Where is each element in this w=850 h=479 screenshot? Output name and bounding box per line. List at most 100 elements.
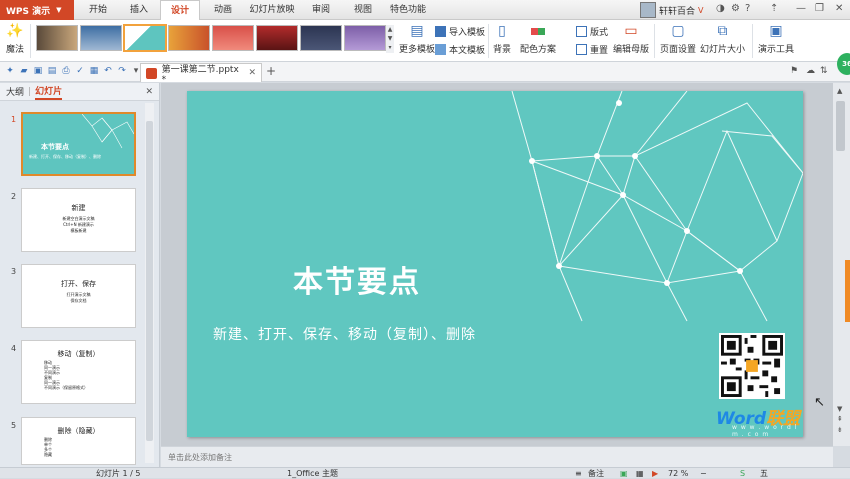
- theme-gallery-scroll[interactable]: ▲ ▼ ▾: [386, 25, 394, 53]
- zoom-out-icon[interactable]: −: [700, 468, 707, 479]
- theme-thumb-6[interactable]: [256, 25, 298, 51]
- reset-button[interactable]: 重置: [576, 43, 608, 56]
- scrollbar-thumb[interactable]: [146, 121, 153, 441]
- input-method-icon[interactable]: 五: [760, 468, 768, 479]
- presentation-tools-icon: ▣: [769, 23, 783, 39]
- more-templates-label: 更多模板: [399, 45, 436, 55]
- tab-insert[interactable]: 插入: [124, 0, 154, 20]
- tab-view[interactable]: 视图: [348, 0, 378, 20]
- theme-thumb-2[interactable]: [80, 25, 122, 51]
- notes-area[interactable]: 单击此处添加备注: [161, 446, 833, 467]
- slide-thumbnail-4[interactable]: 移动（复制） 移动 同一演示 不同演示 复制 同一演示 不同演示（保留原格式）: [21, 340, 136, 404]
- theme-thumb-5[interactable]: [212, 25, 254, 51]
- open-icon[interactable]: ▰: [19, 66, 29, 76]
- app-name: WPS 演示: [6, 6, 51, 17]
- notes-toggle-icon[interactable]: ≡: [575, 468, 582, 479]
- tab-slideshow[interactable]: 幻灯片放映: [246, 0, 298, 20]
- side-panel-tab[interactable]: [845, 260, 850, 322]
- cloud-icon[interactable]: ☁: [806, 66, 815, 76]
- edit-master-button[interactable]: ▭ 编辑母版: [613, 22, 649, 55]
- slide-subtitle[interactable]: 新建、打开、保存、移动（复制）、删除: [213, 324, 476, 344]
- slide-size-button[interactable]: ⧉ 幻灯片大小: [700, 22, 745, 55]
- slide-counter: 幻灯片 1 / 5: [96, 469, 141, 478]
- user-account[interactable]: 轩轩百合 V: [640, 1, 704, 19]
- magic-button[interactable]: ✨ 魔法: [5, 22, 25, 55]
- slide-thumbnail-2[interactable]: 新建 新建空白演示文稿 Ctrl+N 新建演示 模板新建: [21, 188, 136, 252]
- avatar: [640, 2, 656, 18]
- current-slide[interactable]: 本节要点 新建、打开、保存、移动（复制）、删除 Word联盟 w w w . w…: [187, 91, 803, 437]
- page-setup-icon: ▢: [671, 23, 685, 39]
- brand-url: w w w . w o r d l m . c o m: [732, 424, 798, 437]
- scrollbar-thumb[interactable]: [836, 101, 845, 151]
- next-slide-icon[interactable]: ⇟: [837, 426, 843, 434]
- theme-thumb-3[interactable]: [123, 24, 167, 52]
- template-icon: [435, 44, 446, 55]
- slide-size-icon: ⧉: [717, 23, 728, 39]
- shirt-icon[interactable]: ⚑: [790, 66, 798, 76]
- theme-thumb-7[interactable]: [300, 25, 342, 51]
- collapse-ribbon-icon[interactable]: ⇡: [770, 3, 778, 14]
- new-icon[interactable]: ✦: [5, 66, 15, 76]
- print-icon[interactable]: ⎙: [61, 66, 71, 76]
- background-label: 背景: [492, 45, 511, 55]
- this-template-button[interactable]: 本文模板: [435, 43, 485, 56]
- theme-thumb-4[interactable]: [168, 25, 210, 51]
- slide-thumbnail-3[interactable]: 打开、保存 打开演示文稿 保存文档: [21, 264, 136, 328]
- import-template-button[interactable]: 导入模板: [435, 25, 485, 38]
- slide-title[interactable]: 本节要点: [293, 257, 421, 301]
- tab-animation[interactable]: 动画: [208, 0, 238, 20]
- save-icon[interactable]: ▣: [33, 66, 43, 76]
- tab-design[interactable]: 设计: [160, 0, 200, 21]
- close-tab-icon[interactable]: ✕: [248, 68, 256, 78]
- scroll-down-icon[interactable]: ▼: [837, 405, 842, 413]
- maximize-icon[interactable]: ❐: [815, 3, 824, 14]
- background-button[interactable]: ▯ 背景: [492, 22, 512, 55]
- new-tab-icon[interactable]: +: [266, 64, 276, 78]
- minimize-icon[interactable]: —: [796, 3, 806, 14]
- slide-thumbnail-1[interactable]: 本节要点 新建、打开、保存、移动（复制）、删除: [21, 112, 136, 176]
- slideshow-icon[interactable]: ▶: [652, 468, 658, 479]
- help-icon[interactable]: ?: [745, 3, 750, 14]
- prev-slide-icon[interactable]: ⇞: [837, 415, 843, 423]
- page-setup-button[interactable]: ▢ 页面设置: [660, 22, 696, 55]
- speed-badge[interactable]: 36: [837, 53, 850, 75]
- sorter-view-icon[interactable]: ▦: [636, 468, 644, 479]
- undo-icon[interactable]: ↶: [103, 66, 113, 76]
- sync-icon[interactable]: ⇅: [820, 66, 828, 76]
- tab-special[interactable]: 特色功能: [388, 0, 428, 20]
- reset-icon: [576, 44, 587, 55]
- close-panel-icon[interactable]: ✕: [145, 87, 153, 97]
- tab-review[interactable]: 审阅: [306, 0, 336, 20]
- notes-toggle[interactable]: 备注: [588, 468, 604, 479]
- presentation-tools-label: 演示工具: [758, 45, 795, 55]
- scroll-up-icon[interactable]: ▲: [837, 87, 842, 95]
- wps-icon[interactable]: S: [740, 468, 745, 479]
- settings-icon[interactable]: ⚙: [731, 3, 740, 14]
- outline-tab[interactable]: 大纲: [6, 85, 24, 98]
- normal-view-icon[interactable]: ▣: [620, 468, 628, 479]
- print-preview-icon[interactable]: ▤: [47, 66, 57, 76]
- theme-thumb-1[interactable]: [36, 25, 78, 51]
- this-template-label: 本文模板: [449, 46, 486, 56]
- layout-button[interactable]: 版式: [576, 25, 608, 38]
- app-menu-button[interactable]: WPS 演示 ▼: [0, 0, 74, 20]
- more-templates-button[interactable]: ▤ 更多模板: [399, 22, 435, 55]
- color-scheme-button[interactable]: 配色方案: [520, 22, 556, 55]
- slide-thumbnail-5[interactable]: 删除（隐藏） 删除 单个 多个 隐藏: [21, 417, 136, 465]
- presentation-tools-button[interactable]: ▣ 演示工具: [758, 22, 794, 55]
- close-icon[interactable]: ✕: [835, 3, 843, 14]
- format-painter-icon[interactable]: ▦: [89, 66, 99, 76]
- skin-icon[interactable]: ◑: [716, 3, 725, 14]
- slides-tab[interactable]: 幻灯片: [35, 84, 63, 100]
- redo-icon[interactable]: ↷: [117, 66, 127, 76]
- thumb-title: 删除（隐藏）: [57, 427, 100, 435]
- slide-editing-area: 本节要点 新建、打开、保存、移动（复制）、删除 Word联盟 w w w . w…: [161, 83, 833, 446]
- document-tab[interactable]: 第一课第二节.pptx * ✕: [140, 63, 262, 85]
- thumbnail-scrollbar[interactable]: [145, 103, 154, 463]
- layout-label: 版式: [590, 28, 609, 38]
- spellcheck-icon[interactable]: ✓: [75, 66, 85, 76]
- magic-wand-icon: ✨: [6, 23, 24, 39]
- theme-thumb-8[interactable]: [344, 25, 386, 51]
- tab-home[interactable]: 开始: [80, 0, 116, 20]
- panel-header: 大纲 | 幻灯片 ✕: [0, 83, 159, 101]
